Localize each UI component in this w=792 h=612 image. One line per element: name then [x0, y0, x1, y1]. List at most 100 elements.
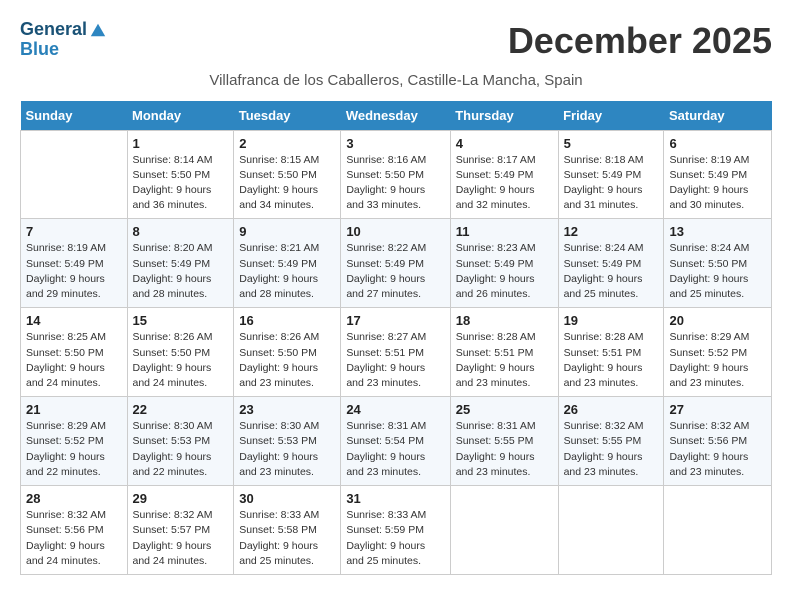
day-number: 15: [133, 313, 229, 328]
day-info: Sunrise: 8:30 AM Sunset: 5:53 PM Dayligh…: [239, 419, 335, 480]
table-row: 22 Sunrise: 8:30 AM Sunset: 5:53 PM Dayli…: [127, 397, 234, 486]
day-number: 29: [133, 491, 229, 506]
calendar-table: Sunday Monday Tuesday Wednesday Thursday…: [20, 101, 772, 575]
table-row: 28Sunrise: 8:32 AM Sunset: 5:56 PM Dayli…: [21, 486, 128, 575]
day-info: Sunrise: 8:24 AM Sunset: 5:50 PM Dayligh…: [669, 241, 766, 302]
day-number: 12: [564, 224, 659, 239]
day-number: 16: [239, 313, 335, 328]
day-info: Sunrise: 8:33 AM Sunset: 5:59 PM Dayligh…: [346, 508, 444, 569]
day-info: Sunrise: 8:23 AM Sunset: 5:49 PM Dayligh…: [456, 241, 553, 302]
calendar-title: December 2025: [508, 20, 772, 62]
table-row: 4 Sunrise: 8:17 AM Sunset: 5:49 PM Daylig…: [450, 130, 558, 219]
day-info: Sunrise: 8:14 AM Sunset: 5:50 PM Dayligh…: [133, 153, 229, 214]
table-row: 27 Sunrise: 8:32 AM Sunset: 5:56 PM Dayli…: [664, 397, 772, 486]
table-row: [664, 486, 772, 575]
day-info: Sunrise: 8:24 AM Sunset: 5:49 PM Dayligh…: [564, 241, 659, 302]
day-number: 13: [669, 224, 766, 239]
day-info: Sunrise: 8:32 AM Sunset: 5:55 PM Dayligh…: [564, 419, 659, 480]
table-row: 3 Sunrise: 8:16 AM Sunset: 5:50 PM Daylig…: [341, 130, 450, 219]
week-row-4: 21 Sunrise: 8:29 AM Sunset: 5:52 PM Dayli…: [21, 397, 772, 486]
table-row: 18 Sunrise: 8:28 AM Sunset: 5:51 PM Dayli…: [450, 308, 558, 397]
day-number: 5: [564, 136, 659, 151]
table-row: 19Sunrise: 8:28 AM Sunset: 5:51 PM Dayli…: [558, 308, 664, 397]
header-tuesday: Tuesday: [234, 101, 341, 131]
day-info: Sunrise: 8:25 AM Sunset: 5:50 PM Dayligh…: [26, 330, 122, 391]
day-number: 9: [239, 224, 335, 239]
day-number: 6: [669, 136, 766, 151]
table-row: 9 Sunrise: 8:21 AM Sunset: 5:49 PM Daylig…: [234, 219, 341, 308]
day-info: Sunrise: 8:26 AM Sunset: 5:50 PM Dayligh…: [239, 330, 335, 391]
day-info: Sunrise: 8:21 AM Sunset: 5:49 PM Dayligh…: [239, 241, 335, 302]
day-info: Sunrise: 8:16 AM Sunset: 5:50 PM Dayligh…: [346, 153, 444, 214]
day-number: 26: [564, 402, 659, 417]
table-row: 20 Sunrise: 8:29 AM Sunset: 5:52 PM Dayli…: [664, 308, 772, 397]
table-row: 1 Sunrise: 8:14 AM Sunset: 5:50 PM Daylig…: [127, 130, 234, 219]
title-section: December 2025: [508, 20, 772, 62]
day-info: Sunrise: 8:29 AM Sunset: 5:52 PM Dayligh…: [26, 419, 122, 480]
table-row: [558, 486, 664, 575]
day-number: 28: [26, 491, 122, 506]
day-info: Sunrise: 8:32 AM Sunset: 5:56 PM Dayligh…: [669, 419, 766, 480]
calendar-subtitle: Villafranca de los Caballeros, Castille-…: [20, 72, 772, 89]
day-number: 20: [669, 313, 766, 328]
day-info: Sunrise: 8:28 AM Sunset: 5:51 PM Dayligh…: [564, 330, 659, 391]
day-number: 4: [456, 136, 553, 151]
table-row: [450, 486, 558, 575]
table-row: 23Sunrise: 8:30 AM Sunset: 5:53 PM Dayli…: [234, 397, 341, 486]
day-info: Sunrise: 8:29 AM Sunset: 5:52 PM Dayligh…: [669, 330, 766, 391]
day-number: 25: [456, 402, 553, 417]
day-number: 22: [133, 402, 229, 417]
day-info: Sunrise: 8:19 AM Sunset: 5:49 PM Dayligh…: [669, 153, 766, 214]
day-info: Sunrise: 8:27 AM Sunset: 5:51 PM Dayligh…: [346, 330, 444, 391]
table-row: 13 Sunrise: 8:24 AM Sunset: 5:50 PM Dayli…: [664, 219, 772, 308]
table-row: [21, 130, 128, 219]
day-info: Sunrise: 8:28 AM Sunset: 5:51 PM Dayligh…: [456, 330, 553, 391]
day-number: 3: [346, 136, 444, 151]
day-number: 18: [456, 313, 553, 328]
table-row: 11 Sunrise: 8:23 AM Sunset: 5:49 PM Dayli…: [450, 219, 558, 308]
table-row: 25 Sunrise: 8:31 AM Sunset: 5:55 PM Dayli…: [450, 397, 558, 486]
day-info: Sunrise: 8:26 AM Sunset: 5:50 PM Dayligh…: [133, 330, 229, 391]
table-row: 30Sunrise: 8:33 AM Sunset: 5:58 PM Dayli…: [234, 486, 341, 575]
header-saturday: Saturday: [664, 101, 772, 131]
week-row-5: 28Sunrise: 8:32 AM Sunset: 5:56 PM Dayli…: [21, 486, 772, 575]
day-info: Sunrise: 8:31 AM Sunset: 5:54 PM Dayligh…: [346, 419, 444, 480]
header-friday: Friday: [558, 101, 664, 131]
day-info: Sunrise: 8:22 AM Sunset: 5:49 PM Dayligh…: [346, 241, 444, 302]
table-row: 21 Sunrise: 8:29 AM Sunset: 5:52 PM Dayli…: [21, 397, 128, 486]
day-info: Sunrise: 8:17 AM Sunset: 5:49 PM Dayligh…: [456, 153, 553, 214]
table-row: 6 Sunrise: 8:19 AM Sunset: 5:49 PM Daylig…: [664, 130, 772, 219]
header-sunday: Sunday: [21, 101, 128, 131]
day-number: 14: [26, 313, 122, 328]
table-row: 26 Sunrise: 8:32 AM Sunset: 5:55 PM Dayli…: [558, 397, 664, 486]
day-info: Sunrise: 8:30 AM Sunset: 5:53 PM Dayligh…: [133, 419, 229, 480]
day-info: Sunrise: 8:20 AM Sunset: 5:49 PM Dayligh…: [133, 241, 229, 302]
day-number: 10: [346, 224, 444, 239]
header-wednesday: Wednesday: [341, 101, 450, 131]
day-info: Sunrise: 8:15 AM Sunset: 5:50 PM Dayligh…: [239, 153, 335, 214]
table-row: 8 Sunrise: 8:20 AM Sunset: 5:49 PM Daylig…: [127, 219, 234, 308]
day-info: Sunrise: 8:32 AM Sunset: 5:57 PM Dayligh…: [133, 508, 229, 569]
table-row: 24Sunrise: 8:31 AM Sunset: 5:54 PM Dayli…: [341, 397, 450, 486]
day-info: Sunrise: 8:33 AM Sunset: 5:58 PM Dayligh…: [239, 508, 335, 569]
week-row-1: 1 Sunrise: 8:14 AM Sunset: 5:50 PM Daylig…: [21, 130, 772, 219]
logo-text-line1: General: [20, 20, 87, 40]
day-number: 8: [133, 224, 229, 239]
day-number: 2: [239, 136, 335, 151]
logo-text-line2: Blue: [20, 40, 107, 60]
day-info: Sunrise: 8:19 AM Sunset: 5:49 PM Dayligh…: [26, 241, 122, 302]
day-number: 17: [346, 313, 444, 328]
day-number: 11: [456, 224, 553, 239]
day-number: 7: [26, 224, 122, 239]
table-row: 2 Sunrise: 8:15 AM Sunset: 5:50 PM Daylig…: [234, 130, 341, 219]
day-number: 31: [346, 491, 444, 506]
day-number: 1: [133, 136, 229, 151]
week-row-2: 7 Sunrise: 8:19 AM Sunset: 5:49 PM Daylig…: [21, 219, 772, 308]
table-row: 15 Sunrise: 8:26 AM Sunset: 5:50 PM Dayli…: [127, 308, 234, 397]
table-row: 10 Sunrise: 8:22 AM Sunset: 5:49 PM Dayli…: [341, 219, 450, 308]
day-number: 21: [26, 402, 122, 417]
header-thursday: Thursday: [450, 101, 558, 131]
day-number: 27: [669, 402, 766, 417]
day-info: Sunrise: 8:31 AM Sunset: 5:55 PM Dayligh…: [456, 419, 553, 480]
table-row: 12 Sunrise: 8:24 AM Sunset: 5:49 PM Dayli…: [558, 219, 664, 308]
